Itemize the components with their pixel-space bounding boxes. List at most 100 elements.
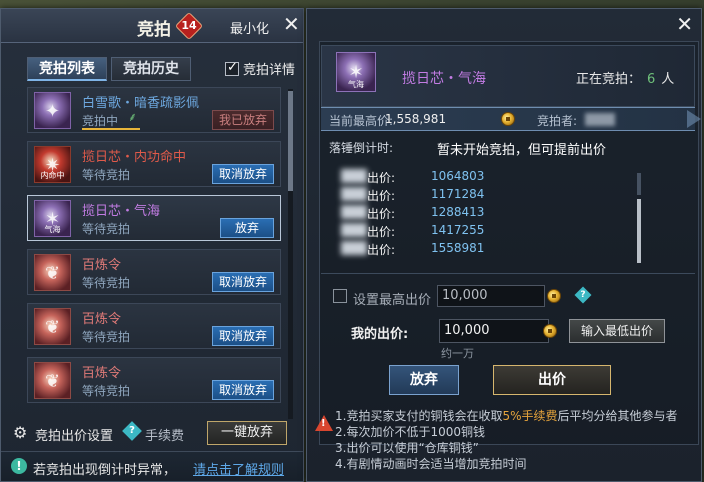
- warning-icon: !: [315, 415, 333, 431]
- bid-value: 1417255: [431, 223, 485, 237]
- question-diamond-icon[interactable]: ?: [122, 421, 142, 441]
- bid-row: 出价: 1558981: [337, 239, 637, 257]
- scroll-thumb[interactable]: [288, 91, 293, 191]
- rule-line-1: 1.竞拍买家支付的铜钱会在收取5%手续费后平均分给其他参与者: [335, 409, 678, 423]
- list-item-selected[interactable]: ✶ 气海 揽日芯・气海 等待竞拍 放弃: [27, 195, 281, 241]
- leaf-icon: ⸙: [128, 110, 138, 124]
- bid-row: 出价: 1288413: [337, 203, 637, 221]
- item-icon: ❦: [34, 254, 71, 291]
- highest-price-value: 1,558,981: [385, 112, 447, 126]
- minimize-button[interactable]: 最小化: [230, 18, 269, 37]
- list-item[interactable]: ✦ 白雪歌・暗香疏影佩 竞拍中 ⸙ 我已放弃: [27, 87, 281, 133]
- bid-row: 出价: 1171284: [337, 185, 637, 203]
- item-name: 揽日芯・内功命中: [82, 150, 187, 165]
- notice-text: 若竞拍出现倒计时异常，: [33, 463, 177, 478]
- auction-list-panel: 竞拍 14 最小化 ✕ 竞拍列表 竞拍历史 竞拍详情 ✦ 白雪歌・暗香疏影佩 竞…: [0, 8, 304, 482]
- tab-auction-list[interactable]: 竞拍列表: [27, 57, 107, 81]
- rule-line-3: 3.出价可以使用“仓库铜钱”: [335, 441, 479, 455]
- bidder-name-redacted: [341, 187, 367, 201]
- list-item[interactable]: ❦ 百炼令 等待竞拍 取消放弃: [27, 303, 281, 349]
- item-name: 揽日芯・气海: [82, 204, 161, 219]
- fee-label[interactable]: 手续费: [145, 425, 184, 444]
- my-bid-input[interactable]: 10,000: [439, 319, 549, 343]
- item-status: 竞拍中: [82, 114, 119, 128]
- bid-value: 1171284: [431, 187, 485, 201]
- coin-icon: [543, 324, 557, 338]
- item-status: 等待竞拍: [82, 168, 131, 182]
- question-diamond-icon[interactable]: ?: [574, 286, 592, 304]
- highest-price-row: 当前最高价: 1,558,981 竞拍者:: [321, 107, 701, 131]
- list-item[interactable]: ❦ 百炼令 等待竞拍 取消放弃: [27, 249, 281, 295]
- item-name: 揽日芯・气海: [402, 71, 486, 87]
- cancel-giveup-button[interactable]: 取消放弃: [211, 326, 274, 346]
- tab-auction-history[interactable]: 竞拍历史: [111, 57, 191, 81]
- cancel-giveup-button[interactable]: 取消放弃: [211, 380, 274, 400]
- bid-progress-bar: [82, 128, 140, 130]
- bidder-name-redacted: [341, 223, 367, 237]
- close-icon[interactable]: ✕: [283, 13, 300, 35]
- item-icon: ❦: [34, 308, 71, 345]
- coin-icon: [547, 289, 561, 303]
- bid-list-scroll-thumb[interactable]: [637, 199, 641, 263]
- list-scrollbar[interactable]: [288, 89, 293, 419]
- rules-link[interactable]: 请点击了解规则: [193, 459, 284, 478]
- countdown-label: 落锤倒计时:: [329, 141, 394, 155]
- info-icon: !: [11, 458, 27, 474]
- bidder-name-redacted: [585, 113, 615, 126]
- bid-list-scroll-track[interactable]: [637, 173, 641, 195]
- auction-item-list: ✦ 白雪歌・暗香疏影佩 竞拍中 ⸙ 我已放弃 ✷ 内命中 揽日芯・内功命中 等待竞…: [23, 87, 285, 417]
- item-name: 百炼令: [82, 312, 122, 327]
- coin-icon: [501, 112, 515, 126]
- bid-row: 出价: 1417255: [337, 221, 637, 239]
- auction-detail-panel: ✕ ✶ 气海 揽日芯・气海 正在竞拍： 6 人 当前最高价: 1,558,981 竞…: [306, 8, 702, 482]
- list-item[interactable]: ❦ 百炼令 等待竞拍 取消放弃: [27, 357, 281, 403]
- my-bid-label: 我的出价:: [351, 327, 409, 342]
- item-header: ✶ 气海 揽日芯・气海 正在竞拍： 6 人: [321, 45, 695, 107]
- item-icon: ✶ 气海: [34, 200, 71, 237]
- item-icon: ✷ 内命中: [34, 146, 71, 183]
- bidder-label: 竞拍者:: [537, 114, 578, 128]
- item-name: 白雪歌・暗香疏影佩: [82, 96, 200, 111]
- bidder-name-redacted: [341, 241, 367, 255]
- bid-row: 出价: 1064803: [337, 167, 637, 185]
- giveup-button[interactable]: 放弃: [389, 365, 459, 395]
- abandon-all-button[interactable]: 一键放弃: [207, 421, 287, 445]
- bid-value: 1558981: [431, 241, 485, 255]
- place-bid-button[interactable]: 出价: [493, 365, 611, 395]
- auction-detail-toggle[interactable]: 竞拍详情: [225, 59, 295, 78]
- cancel-giveup-button[interactable]: 取消放弃: [211, 164, 274, 184]
- cancel-giveup-button[interactable]: 取消放弃: [211, 272, 274, 292]
- divider: [321, 273, 695, 274]
- checkbox-icon[interactable]: [225, 60, 239, 76]
- item-status: 等待竞拍: [82, 384, 131, 398]
- item-status: 等待竞拍: [82, 330, 131, 344]
- given-up-button[interactable]: 我已放弃: [211, 110, 274, 130]
- bidder-name-redacted: [341, 205, 367, 219]
- item-name: 百炼令: [82, 258, 122, 273]
- gear-icon[interactable]: ⚙: [13, 423, 27, 442]
- max-bid-label: 设置最高出价: [353, 293, 432, 308]
- countdown-message: 暂未开始竞拍，但可提前出价: [437, 143, 607, 158]
- bottom-toolbar: ⚙ 竞拍出价设置 ? 手续费 一键放弃: [11, 421, 295, 447]
- bid-history-list: 出价: 1064803 出价: 1171284 出价: 1288413 出价: …: [337, 167, 637, 263]
- giveup-button[interactable]: 放弃: [219, 218, 274, 238]
- bid-value: 1064803: [431, 169, 485, 183]
- rule-line-4: 4.有剧情动画时会适当增加竞拍时间: [335, 457, 527, 471]
- bidder-name-redacted: [341, 169, 367, 183]
- auction-detail-label: 竞拍详情: [243, 63, 296, 78]
- list-item[interactable]: ✷ 内命中 揽日芯・内功命中 等待竞拍 取消放弃: [27, 141, 281, 187]
- item-icon: ✶ 气海: [336, 52, 376, 92]
- panel-title: 竞拍: [137, 20, 171, 40]
- bid-value: 1288413: [431, 205, 485, 219]
- max-bid-checkbox[interactable]: [333, 289, 347, 303]
- item-name: 百炼令: [82, 366, 122, 381]
- enter-min-bid-button[interactable]: 输入最低出价: [569, 319, 665, 343]
- bid-setting-link[interactable]: 竞拍出价设置: [35, 425, 113, 444]
- max-bid-input[interactable]: 10,000: [437, 285, 545, 307]
- rule-line-2: 2.每次加价不低于1000铜钱: [335, 425, 485, 439]
- item-status: 等待竞拍: [82, 276, 131, 290]
- close-icon[interactable]: ✕: [676, 13, 693, 35]
- max-bid-row: 设置最高出价 10,000 ?: [331, 283, 631, 309]
- bidding-count: 正在竞拍： 6 人: [576, 72, 675, 87]
- item-icon: ❦: [34, 362, 71, 399]
